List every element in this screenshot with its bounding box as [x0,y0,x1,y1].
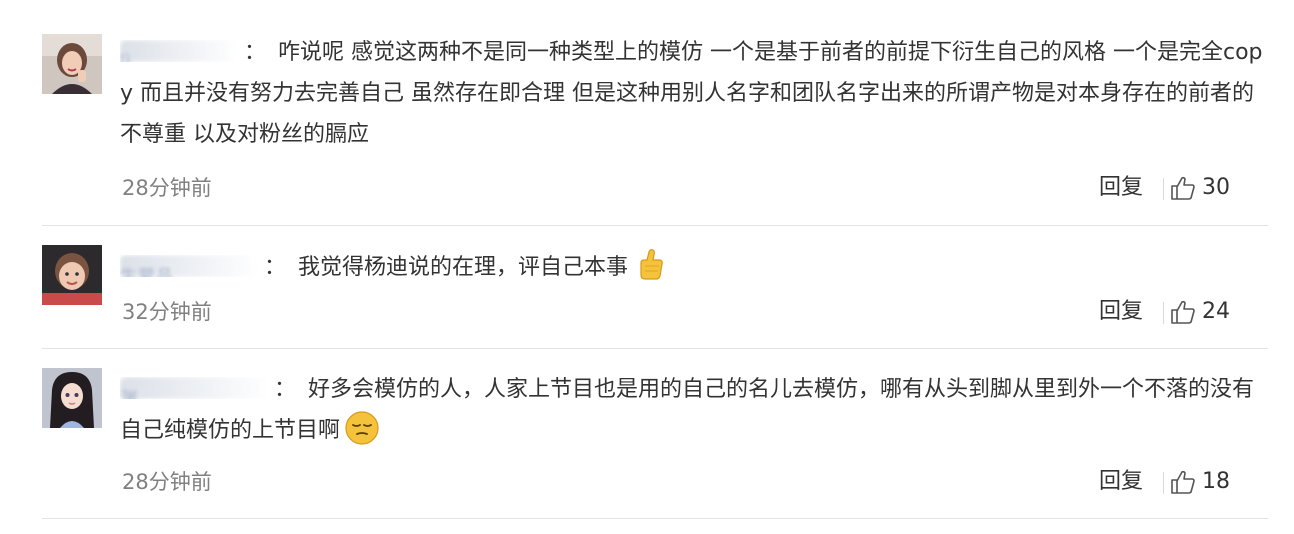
sleepy-face-emoji-icon [345,411,379,445]
name-separator: ： [264,255,287,280]
comment-divider [42,348,1268,349]
comment-time: 28分钟前 [122,176,212,200]
comment-meta: 28分钟前 回复 18 [120,467,1268,497]
avatar[interactable] [42,368,102,428]
comment-meta: 32分钟前 回复 24 [120,297,1268,327]
thumbs-up-outline-icon [1171,300,1195,324]
reply-button[interactable]: 回复 [1099,297,1143,327]
username-link[interactable]: 渊 [120,377,268,399]
name-separator: ： [274,377,297,402]
like-count: 30 [1202,175,1230,200]
reply-button[interactable]: 回复 [1099,173,1143,203]
like-count: 24 [1202,299,1230,324]
avatar-child-icon [42,245,102,305]
thumbs-up-outline-icon [1171,470,1195,494]
avatar-girl-peace-sign-icon [42,34,102,94]
like-count: 18 [1202,469,1230,494]
like-button[interactable]: 30 [1168,173,1244,203]
action-divider [1163,302,1164,324]
comment-text-block: 渊 ：好多会模仿的人，人家上节目也是用的自己的名儿去模仿，哪有从头到脚从里到外一… [120,369,1268,451]
username-link[interactable]: lì [120,40,238,62]
avatar[interactable] [42,34,102,94]
like-button[interactable]: 18 [1168,467,1244,497]
avatar-cartoon-girl-icon [42,368,102,428]
username-link[interactable]: 生蒙品 [120,255,258,277]
comment-text-block: 生蒙品 ： 我觉得杨迪说的在理，评自己本事 [120,247,1268,288]
comment-text-block: lì ：咋说呢 感觉这两种不是同一种类型上的模仿 一个是基于前者的前提下衍生自己… [120,32,1268,155]
comment-list: lì ：咋说呢 感觉这两种不是同一种类型上的模仿 一个是基于前者的前提下衍生自己… [0,0,1294,534]
action-divider [1163,472,1164,494]
like-button[interactable]: 24 [1168,297,1244,327]
action-divider [1163,178,1164,200]
comment-divider [42,225,1268,226]
name-separator: ： [244,40,267,65]
reply-button[interactable]: 回复 [1099,467,1143,497]
comment-content: 我觉得杨迪说的在理，评自己本事 [298,255,629,280]
avatar[interactable] [42,245,102,305]
comment-time: 32分钟前 [122,300,212,324]
comment-time: 28分钟前 [122,470,212,494]
thumbs-up-outline-icon [1171,176,1195,200]
comment-divider [42,518,1268,519]
comment-meta: 28分钟前 回复 30 [120,173,1268,203]
comment-content: 咋说呢 感觉这两种不是同一种类型上的模仿 一个是基于前者的前提下衍生自己的风格 … [120,40,1263,147]
thumbs-up-emoji-icon [640,249,663,280]
